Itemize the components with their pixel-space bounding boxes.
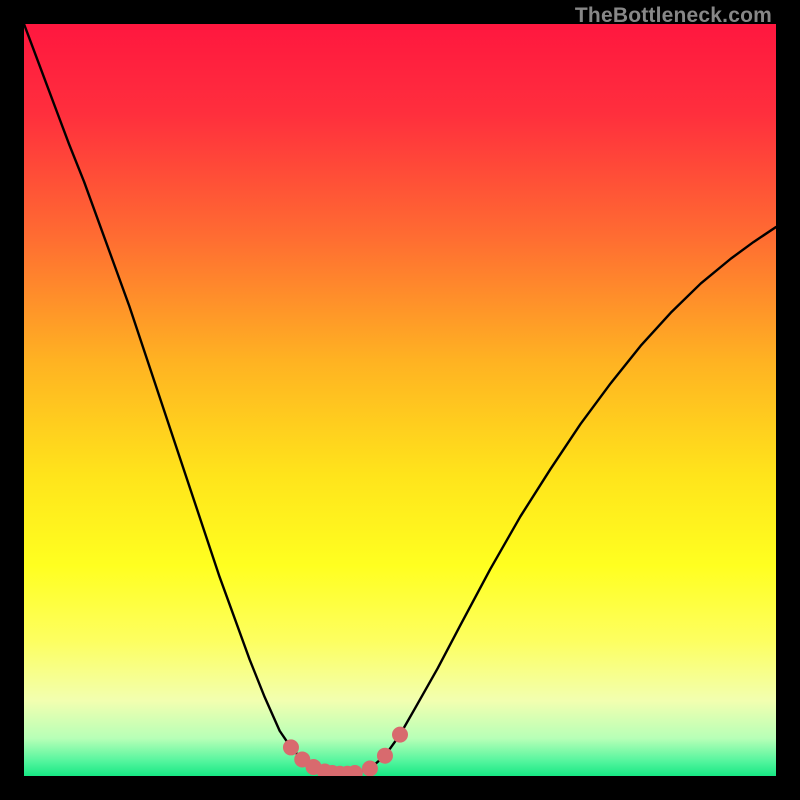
chart-frame: TheBottleneck.com bbox=[0, 0, 800, 800]
curve-marker bbox=[362, 760, 378, 776]
curve-markers bbox=[283, 727, 408, 776]
watermark-text: TheBottleneck.com bbox=[575, 4, 772, 28]
plot-area bbox=[24, 24, 776, 776]
curve-marker bbox=[283, 739, 299, 755]
curve-marker bbox=[377, 748, 393, 764]
curve-layer bbox=[24, 24, 776, 776]
curve-marker bbox=[392, 727, 408, 743]
bottleneck-curve bbox=[24, 24, 776, 774]
